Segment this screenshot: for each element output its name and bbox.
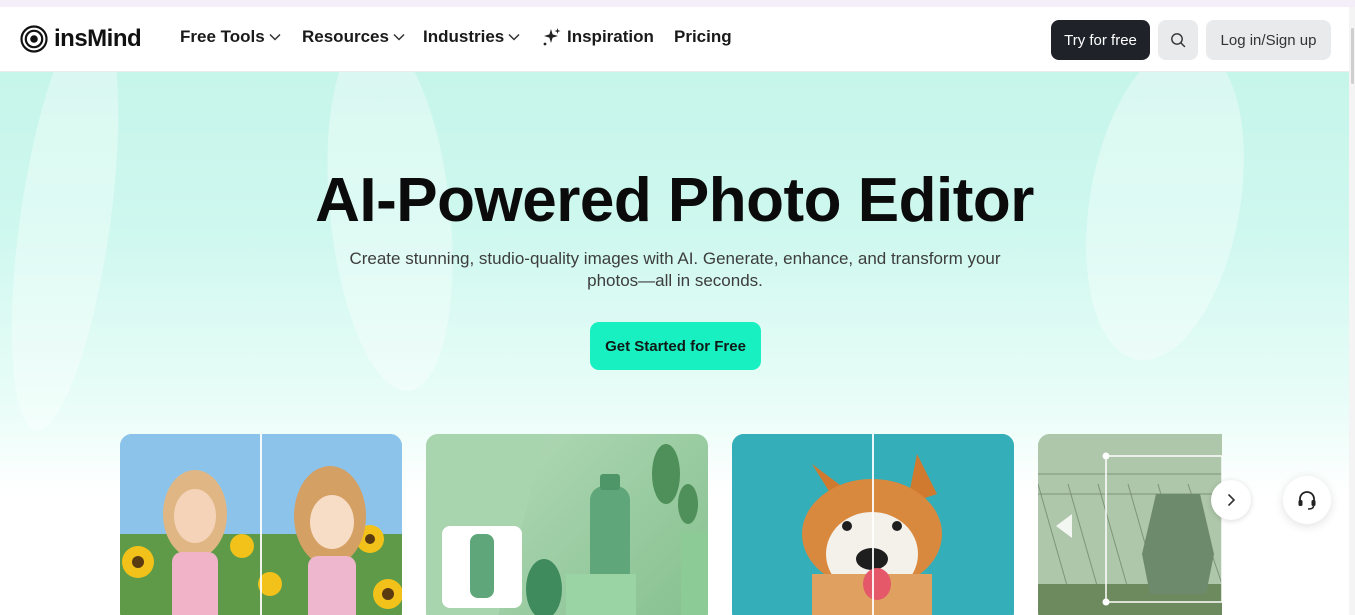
before-after-divider[interactable]: [260, 434, 262, 615]
nav-pricing-label: Pricing: [674, 27, 732, 46]
nav-resources-label: Resources: [302, 27, 389, 46]
nav-inspiration[interactable]: Inspiration: [542, 27, 654, 47]
chevron-down-icon: [269, 33, 281, 41]
nav-industries[interactable]: Industries: [423, 27, 520, 47]
login-signup-button[interactable]: Log in/Sign up: [1206, 20, 1331, 60]
showcase-card-background[interactable]: [1038, 434, 1222, 615]
nav-industries-label: Industries: [423, 27, 505, 46]
nav-resources[interactable]: Resources: [302, 27, 405, 47]
support-chat-button[interactable]: [1283, 476, 1331, 524]
nav-free-tools[interactable]: Free Tools: [180, 27, 281, 47]
get-started-button[interactable]: Get Started for Free: [590, 322, 761, 370]
before-after-divider[interactable]: [872, 434, 874, 615]
page-scrollbar[interactable]: [1349, 7, 1355, 615]
hero-subtitle: Create stunning, studio-quality images w…: [349, 249, 1001, 290]
chevron-right-icon: [1227, 493, 1236, 507]
chevron-down-icon: [508, 33, 520, 41]
logo-icon: [20, 25, 48, 53]
try-for-free-button[interactable]: Try for free: [1051, 20, 1150, 60]
hero-bg-streak: [0, 72, 139, 437]
showcase-card-product[interactable]: [426, 434, 708, 615]
headset-icon: [1298, 491, 1316, 510]
card-product-image: [426, 434, 708, 615]
chevron-down-icon: [393, 33, 405, 41]
carousel-next-button[interactable]: [1211, 480, 1251, 520]
hero-title: AI-Powered Photo Editor: [315, 166, 1034, 235]
showcase-card-anime[interactable]: [120, 434, 402, 615]
top-navbar: insMind Free Tools Resources Industries …: [0, 7, 1355, 72]
top-accent-line: [0, 0, 1355, 7]
search-icon: [1171, 33, 1186, 48]
brand-name: insMind: [54, 25, 142, 52]
search-button[interactable]: [1158, 20, 1198, 60]
showcase-card-enhance[interactable]: [732, 434, 1014, 615]
brand-logo[interactable]: insMind: [20, 25, 142, 53]
page-scrollbar-thumb[interactable]: [1351, 28, 1354, 84]
sparkle-icon: [543, 28, 561, 46]
nav-free-tools-label: Free Tools: [180, 27, 265, 46]
nav-pricing[interactable]: Pricing: [674, 27, 732, 47]
card-background-image: [1038, 434, 1222, 615]
hero-section: AI-Powered Photo Editor Create stunning,…: [0, 72, 1349, 615]
nav-inspiration-label: Inspiration: [567, 27, 654, 46]
